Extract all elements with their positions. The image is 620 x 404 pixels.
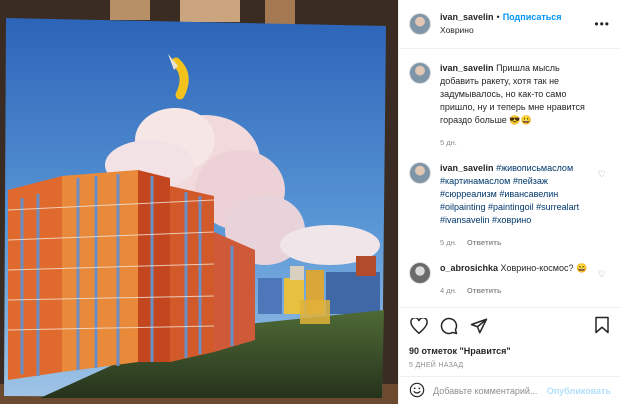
comment-item: o_abrosichka Ховрино-космос? 😄 4 дн. Отве… [409, 249, 610, 297]
comment-text: Ховрино-космос? 😄 [500, 263, 588, 273]
painting-illustration [0, 0, 398, 404]
reply-button[interactable]: Ответить [467, 286, 502, 295]
post-image[interactable] [0, 0, 398, 404]
publish-button[interactable]: Опубликовать [547, 386, 611, 396]
like-icon[interactable] [409, 316, 429, 336]
separator-dot: • [496, 12, 500, 22]
comment-age[interactable]: 4 дн. [440, 286, 457, 295]
post-header: ivan_savelin • Подписаться Ховрино ••• [399, 0, 620, 49]
post-timestamp[interactable]: 5 ДНЕЙ НАЗАД [399, 359, 620, 375]
reply-button[interactable]: Ответить [467, 238, 502, 247]
more-options-icon[interactable]: ••• [594, 17, 610, 31]
comment-author-avatar[interactable] [409, 262, 431, 284]
action-bar [399, 307, 620, 343]
location-link[interactable]: Ховрино [440, 24, 562, 37]
comment-author-avatar[interactable] [409, 162, 431, 184]
comment-icon[interactable] [439, 316, 459, 336]
comment-input[interactable] [433, 385, 543, 396]
author-info: ivan_savelin • Подписаться Ховрино [440, 11, 562, 37]
author-username[interactable]: ivan_savelin [440, 12, 494, 22]
caption: ivan_savelin Пришла мысль добавить ракет… [409, 49, 610, 149]
comment-like-icon[interactable]: ♡ [598, 169, 606, 180]
comment-age[interactable]: 5 дн. [440, 238, 457, 247]
comment-item: ivan_savelin #живописьмаслом #картинамас… [409, 149, 610, 249]
follow-button[interactable]: Подписаться [503, 12, 562, 22]
caption-author[interactable]: ivan_savelin [440, 63, 494, 73]
comment-author[interactable]: ivan_savelin [440, 163, 494, 173]
comments-list: ivan_savelin Пришла мысль добавить ракет… [399, 49, 620, 307]
post-sidebar: ivan_savelin • Подписаться Ховрино ••• iva… [398, 0, 620, 404]
bookmark-icon[interactable] [594, 316, 610, 336]
instagram-post-modal: ivan_savelin • Подписаться Ховрино ••• iva… [0, 0, 620, 404]
share-icon[interactable] [469, 316, 489, 336]
caption-author-avatar[interactable] [409, 62, 431, 84]
likes-count[interactable]: 90 отметок "Нравится" [399, 343, 620, 359]
emoji-icon[interactable] [409, 382, 425, 400]
comment-like-icon[interactable]: ♡ [598, 269, 606, 280]
caption-age[interactable]: 5 дн. [440, 138, 457, 147]
add-comment-bar: Опубликовать [399, 376, 620, 404]
comment-author[interactable]: o_abrosichka [440, 263, 498, 273]
author-avatar[interactable] [409, 13, 431, 35]
